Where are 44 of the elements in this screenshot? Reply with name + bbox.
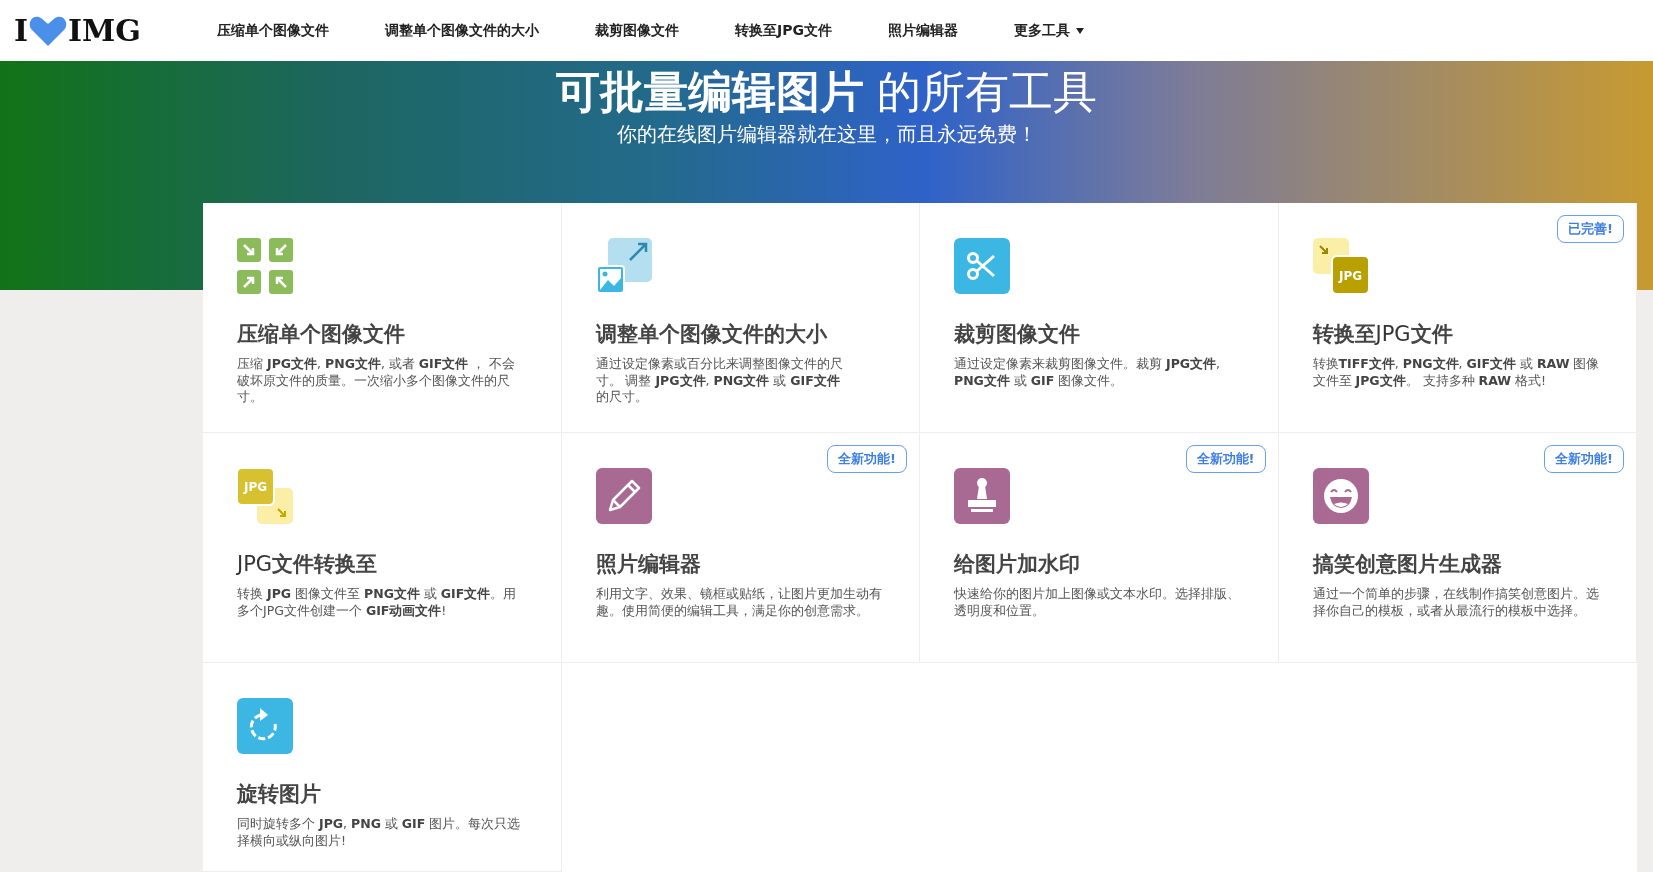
hero-title: 可批量编辑图片 的所有工具 bbox=[555, 65, 1098, 119]
tool-title[interactable]: JPG文件转换至 bbox=[237, 550, 525, 578]
logo-text: IMG bbox=[68, 13, 141, 48]
jpg-tile-icon bbox=[237, 468, 275, 506]
jpg-tile-icon bbox=[1330, 255, 1369, 294]
heart-icon bbox=[28, 14, 69, 47]
nav-link[interactable]: 照片编辑器 bbox=[859, 21, 986, 40]
tool-title[interactable]: 照片编辑器 bbox=[595, 550, 883, 578]
nav-link[interactable]: 转换至JPG文件 bbox=[706, 21, 860, 40]
rotate-icon bbox=[237, 698, 293, 754]
tool-description: 同时旋转多个 JPG, PNG 或 GIF 图片。每次只选择横向或纵向图片! bbox=[237, 816, 522, 849]
pencil-icon bbox=[595, 468, 652, 524]
tool-description: 压缩 JPG文件, PNG文件, 或者 GIF文件 ， 不会破坏原文件的质量。一次缩小多个图像文件的尺寸。 bbox=[237, 356, 517, 406]
compress-icon bbox=[237, 238, 293, 294]
tool-description: 转换 JPG 图像文件至 PNG文件 或 GIF文件。用多个JPG文件创建一个 GIF动画文件! bbox=[237, 586, 518, 619]
logo-text: I bbox=[14, 13, 29, 48]
nav-link[interactable]: 更多工具 bbox=[985, 21, 1112, 40]
icon-label: JPG bbox=[243, 480, 268, 494]
tool-description: 通过一个简单的步骤，在线制作搞笑创意图片。选择你自己的模板，或者从最流行的模板中选择。 bbox=[1312, 586, 1600, 619]
tool-title[interactable]: 转换至JPG文件 bbox=[1312, 320, 1600, 348]
nav-link[interactable]: 裁剪图像文件 bbox=[566, 21, 707, 40]
feature-badge: 全新功能! bbox=[827, 445, 907, 473]
feature-badge: 全新功能! bbox=[1544, 445, 1624, 473]
tool-description: 通过设定像素或百分比来调整图像文件的尺寸。 调整 JPG文件, PNG文件 或 GIF文件的尺寸。 bbox=[595, 356, 844, 406]
tool-title[interactable]: 裁剪图像文件 bbox=[954, 320, 1242, 348]
tool-title[interactable]: 调整单个图像文件的大小 bbox=[595, 320, 883, 348]
stamp-icon bbox=[954, 468, 1010, 524]
tool-description: 利用文字、效果、镜框或贴纸，让图片更加生动有趣。使用简便的编辑工具，满足你的创意需求。 bbox=[595, 586, 883, 619]
scissors-icon bbox=[954, 238, 1010, 294]
tool-description: 通过设定像素来裁剪图像文件。裁剪 JPG文件, PNG文件 或 GIF 图像文件。 bbox=[954, 356, 1222, 389]
hero-subtitle: 你的在线图片编辑器就在这里，而且永远免费！ bbox=[616, 121, 1037, 148]
icon-label: JPG bbox=[1338, 269, 1362, 283]
feature-badge: 已完善! bbox=[1557, 215, 1624, 243]
resize-icon bbox=[595, 238, 652, 294]
tool-description: 转换TIFF文件, PNG文件, GIF文件 或 RAW 图像文件至 JPG文件。 支持多种 RAW 格式! bbox=[1312, 356, 1600, 389]
tool-title[interactable]: 给图片加水印 bbox=[954, 550, 1242, 578]
tool-title[interactable]: 压缩单个图像文件 bbox=[237, 320, 525, 348]
tool-title[interactable]: 旋转图片 bbox=[237, 780, 525, 808]
nav-link[interactable]: 调整单个图像文件的大小 bbox=[356, 21, 567, 40]
nav-link[interactable]: 压缩单个图像文件 bbox=[188, 21, 357, 40]
tool-description: 快速给你的图片加上图像或文本水印。选择排版、透明度和位置。 bbox=[954, 586, 1241, 619]
feature-badge: 全新功能! bbox=[1185, 445, 1266, 473]
tool-title[interactable]: 搞笑创意图片生成器 bbox=[1312, 550, 1600, 578]
laughing-face-icon bbox=[1312, 468, 1369, 524]
